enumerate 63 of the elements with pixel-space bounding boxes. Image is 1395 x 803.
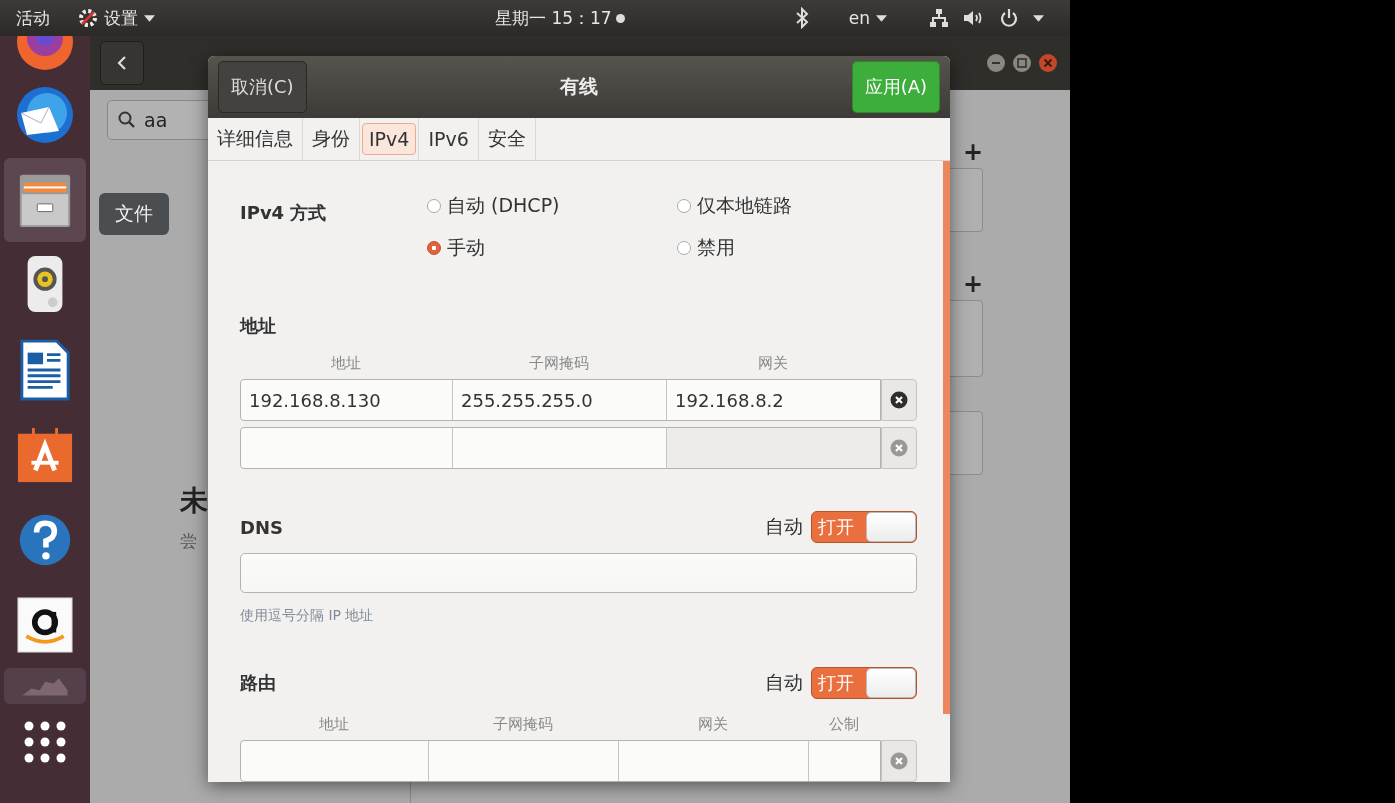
empty-state-heading: 未 [180, 483, 209, 519]
tab[interactable]: 身份 [305, 121, 357, 157]
auto-label: 自动 [765, 514, 803, 539]
tab[interactable]: IPv6 [421, 123, 476, 155]
system-menu[interactable] [928, 8, 1044, 28]
cancel-button[interactable]: 取消(C) [218, 61, 307, 113]
radio-button[interactable] [427, 199, 441, 213]
radio-button[interactable] [677, 199, 691, 213]
column-header: 网关 [697, 715, 729, 734]
dns-input[interactable] [240, 553, 917, 593]
auto-label: 自动 [765, 670, 803, 695]
document-icon [18, 338, 72, 402]
add-button[interactable]: + [962, 140, 983, 164]
column-header: 公制 [828, 715, 860, 734]
method-label: IPv4 方式 [240, 201, 328, 225]
radio-option[interactable]: 手动 [427, 235, 677, 261]
app-menu[interactable]: 设置 [78, 6, 155, 30]
app-grid-icon [23, 720, 67, 764]
back-button[interactable] [100, 41, 144, 85]
column-header: 地址 [318, 715, 350, 734]
column-header: 子网掩码 [528, 354, 590, 373]
bluetooth-icon[interactable] [794, 7, 809, 29]
delete-row-button[interactable] [881, 379, 917, 421]
tab[interactable]: IPv4 [362, 123, 417, 155]
radio-option[interactable]: 仅本地链路 [677, 193, 917, 219]
notification-dot-icon [615, 13, 625, 23]
column-header: 子网掩码 [492, 715, 554, 734]
radio-button[interactable] [677, 241, 691, 255]
activities-button[interactable]: 活动 [16, 6, 50, 30]
radio-button[interactable] [427, 241, 441, 255]
caret-icon [144, 14, 155, 22]
empty-state-text: 尝 [180, 530, 198, 553]
shopping-bag-icon [16, 426, 74, 484]
maximize-icon[interactable] [1012, 53, 1032, 73]
tab[interactable]: 详细信息 [210, 121, 300, 157]
remove-icon [890, 439, 908, 457]
power-icon [998, 8, 1019, 28]
dialog-title: 有线 [560, 74, 599, 99]
section-title: 地址 [240, 314, 277, 338]
remove-icon [890, 752, 908, 770]
column-header: 网关 [757, 354, 789, 373]
dock-tooltip: 文件 [99, 193, 169, 235]
clock[interactable]: 星期一 15：17 [495, 6, 612, 30]
network-icon [928, 8, 949, 28]
hint-text: 使用逗号分隔 IP 地址 [240, 607, 375, 625]
help-icon [17, 512, 73, 568]
tab[interactable]: 安全 [480, 121, 533, 157]
minimize-icon[interactable] [986, 53, 1006, 73]
gear-icon [78, 8, 98, 28]
column-header: 地址 [330, 354, 362, 373]
caret-icon [1032, 14, 1044, 22]
shop-smile-icon [17, 597, 73, 653]
radio-option[interactable]: 禁用 [677, 235, 917, 261]
section-title: DNS [240, 516, 284, 538]
add-button[interactable]: + [962, 272, 983, 296]
close-icon[interactable] [1038, 53, 1058, 73]
language-menu[interactable]: en [848, 8, 887, 28]
radio-option[interactable]: 自动 (DHCP) [427, 193, 677, 219]
section-title: 路由 [240, 671, 277, 695]
search-icon [118, 111, 136, 129]
remove-icon [890, 391, 908, 409]
scrollbar[interactable] [943, 161, 950, 714]
caret-icon [875, 14, 887, 22]
